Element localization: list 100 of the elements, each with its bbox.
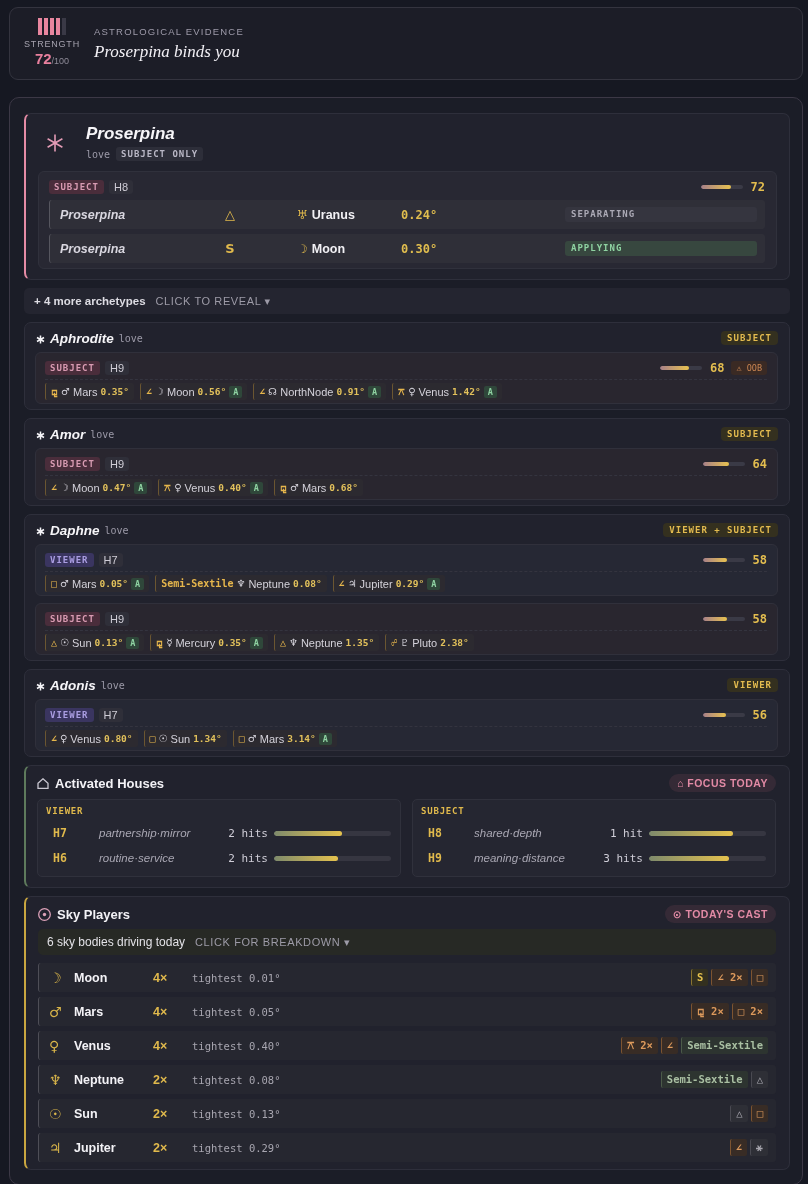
aspect-symbol: △ xyxy=(279,637,286,648)
house-theme: routine·service xyxy=(99,852,176,864)
planet-symbol: ☿ xyxy=(166,637,173,648)
orb-value: 0.47° xyxy=(102,482,132,493)
role-tag: VIEWER xyxy=(45,552,94,567)
planet-name: Pluto xyxy=(412,636,438,649)
aspect-tag: S xyxy=(691,969,709,986)
role-tag: SUBJECT xyxy=(45,611,100,626)
hit-count: 2 hits xyxy=(228,851,268,865)
applying-badge: A xyxy=(483,385,497,398)
aspect-symbol: □ xyxy=(51,578,58,589)
section-title: Sky Players xyxy=(57,906,130,922)
planet-symbol: ☊ xyxy=(268,386,278,397)
orb-value: 1.42° xyxy=(452,386,481,397)
score-value: 56 xyxy=(752,707,767,722)
hit-multiplier: 4× xyxy=(153,970,169,985)
body-name: Venus xyxy=(74,1038,112,1053)
planet-name: NorthNode xyxy=(280,385,334,398)
orb-value: 0.35° xyxy=(100,386,130,397)
hit-multiplier: 2× xyxy=(153,1140,169,1155)
planet-name: Venus xyxy=(418,385,450,398)
asterisk-icon xyxy=(46,133,64,152)
orb-value: 1.35° xyxy=(345,637,375,648)
hit-multiplier: 2× xyxy=(153,1106,169,1121)
planet-symbol: ☉ xyxy=(49,1105,63,1122)
aspect-symbol: S xyxy=(224,241,236,256)
aspect-symbol: ⚼ xyxy=(51,385,58,398)
archetype-name: Proserpina xyxy=(86,124,176,144)
aspect-symbol: ⚼ xyxy=(279,481,287,494)
category-label: love xyxy=(86,148,111,160)
orb-value: 0.40° xyxy=(218,482,247,493)
planet-name: Mercury xyxy=(175,636,216,649)
house-theme: meaning·distance xyxy=(474,852,566,864)
planet-symbol: ♆ xyxy=(49,1071,63,1088)
strength-label: STRENGTH xyxy=(24,38,80,50)
role-tag: SUBJECT xyxy=(49,179,104,194)
reveal-button[interactable]: CLICK TO REVEAL ▾ xyxy=(155,294,271,308)
aspect-symbol: ⚻ xyxy=(164,481,172,494)
archetype-name: Aphrodite xyxy=(50,330,114,346)
body-name: Sun xyxy=(74,1106,99,1121)
oob-flag: ⚠ OOB xyxy=(731,360,767,375)
planet-symbol: ☉ xyxy=(60,637,69,648)
planet-name: Venus xyxy=(184,481,216,494)
tightest-orb: tightest 0.05° xyxy=(192,1005,282,1018)
section-title: Activated Houses xyxy=(55,775,165,791)
point-name: Proserpina xyxy=(60,207,127,222)
planet-symbol: ♆ xyxy=(236,578,246,589)
orb-value: 1.34° xyxy=(193,733,222,744)
category-label: love xyxy=(104,524,129,536)
hit-count: 1 hit xyxy=(609,826,643,840)
cast-badge: ⊙ TODAY'S CAST xyxy=(664,905,776,923)
score-value: 58 xyxy=(752,552,767,567)
more-archetypes-label: + 4 more archetypes xyxy=(34,295,146,307)
aspect-tag: ∠ xyxy=(660,1037,679,1054)
aspect-tag: □ 2× xyxy=(731,1003,768,1020)
planet-symbol: ♂ xyxy=(49,1003,63,1020)
aspect-symbol: □ xyxy=(149,733,156,744)
house-tag: H9 xyxy=(104,456,129,471)
summary-text: 6 sky bodies driving today xyxy=(47,935,186,949)
role-badge: SUBJECT xyxy=(721,427,778,441)
aspect-tag: Semi-Sextile xyxy=(660,1071,748,1088)
aspect-symbol: ∠ xyxy=(338,578,345,589)
aspect-tag: △ xyxy=(750,1071,768,1088)
aspect-tag: ∠ xyxy=(729,1139,747,1156)
role-badge: VIEWER + SUBJECT xyxy=(663,523,778,537)
scope-badge: SUBJECT ONLY xyxy=(116,147,204,161)
category-label: love xyxy=(90,428,115,440)
role-tag: SUBJECT xyxy=(45,360,100,375)
planet-symbol: ♂ xyxy=(60,578,69,589)
focus-badge: ⌂ FOCUS TODAY xyxy=(668,774,776,792)
asterisk-icon xyxy=(36,527,45,536)
aspect-tag: ∠ 2× xyxy=(711,969,748,986)
applying-badge: A xyxy=(368,385,382,398)
score-value: 68 xyxy=(709,360,725,375)
asterisk-icon xyxy=(36,335,45,344)
phase-pill: SEPARATING xyxy=(565,207,757,222)
orb-value: 0.80° xyxy=(103,733,133,744)
orb-value: 0.68° xyxy=(329,482,358,493)
planet-symbol: ♀ xyxy=(60,733,68,744)
tightest-orb: tightest 0.01° xyxy=(192,971,282,984)
planet-name: Sun xyxy=(72,636,92,649)
breakdown-button[interactable]: CLICK FOR BREAKDOWN ▾ xyxy=(195,935,351,949)
evidence-title: Proserpina binds you xyxy=(94,41,241,62)
orb-value: 0.91° xyxy=(336,386,366,397)
aspect-symbol: Semi-Sextile xyxy=(161,578,234,589)
tightest-orb: tightest 0.29° xyxy=(192,1141,282,1154)
score-value: 72 xyxy=(750,179,765,194)
planet-name: Moon xyxy=(311,241,346,256)
aspect-symbol: ⚼ xyxy=(156,636,164,649)
house-code: H6 xyxy=(53,851,68,865)
house-tag: H8 xyxy=(108,179,133,194)
body-name: Jupiter xyxy=(74,1140,117,1155)
asterisk-icon xyxy=(36,431,45,440)
planet-symbol: ♆ xyxy=(288,637,298,648)
planet-name: Moon xyxy=(72,481,100,494)
orb-value: 0.08° xyxy=(293,578,322,589)
planet-name: Sun xyxy=(170,732,191,745)
aspect-tag: Semi-Sextile xyxy=(681,1037,768,1054)
tightest-orb: tightest 0.40° xyxy=(192,1039,282,1052)
planet-symbol: ☉ xyxy=(158,733,168,744)
